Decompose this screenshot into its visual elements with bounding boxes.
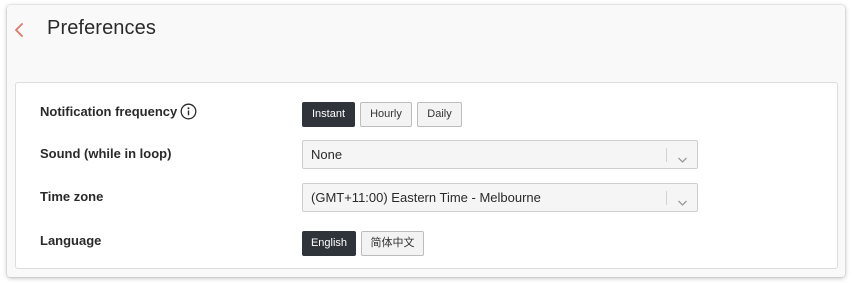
select-divider: [666, 191, 667, 205]
timezone-select-value: (GMT+11:00) Eastern Time - Melbourne: [311, 190, 541, 205]
chevron-down-icon[interactable]: [677, 194, 688, 206]
chevron-left-icon[interactable]: [10, 19, 30, 41]
preferences-window: Preferences Notification frequency Insta…: [7, 5, 845, 277]
page-title: Preferences: [47, 17, 156, 39]
language-option-chinese[interactable]: 简体中文: [361, 231, 424, 256]
notification-option-daily[interactable]: Daily: [417, 102, 462, 127]
sound-label: Sound (while in loop): [40, 146, 172, 161]
chevron-down-icon[interactable]: [677, 151, 688, 163]
language-label: Language: [40, 233, 102, 248]
language-option-english[interactable]: English: [302, 231, 356, 256]
back-button[interactable]: [10, 19, 30, 41]
notification-option-instant[interactable]: Instant: [302, 102, 355, 127]
info-circle-icon[interactable]: [180, 103, 197, 120]
select-divider: [666, 148, 667, 162]
timezone-label: Time zone: [40, 189, 104, 204]
sound-select[interactable]: None: [302, 140, 698, 169]
header: Preferences: [7, 5, 845, 55]
notification-frequency-label: Notification frequency: [40, 104, 178, 119]
timezone-select[interactable]: (GMT+11:00) Eastern Time - Melbourne: [302, 183, 698, 212]
sound-select-value: None: [311, 147, 343, 162]
preferences-card: Notification frequency Instant Hourly Da…: [15, 82, 838, 269]
notification-option-hourly[interactable]: Hourly: [360, 102, 412, 127]
